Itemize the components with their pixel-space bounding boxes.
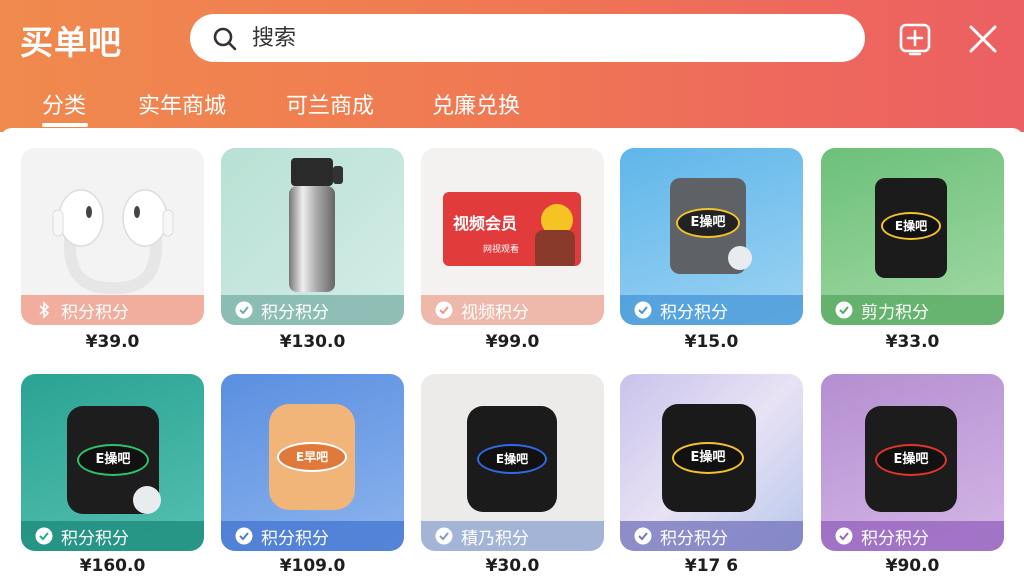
tab-category[interactable]: 分类 [42,88,86,120]
points-badge: 积分积分 [620,295,803,325]
badge-label: 积分积分 [660,302,728,323]
check-icon [35,527,53,545]
bag-image: E早吧 [269,404,355,510]
tab-redeem[interactable]: 兑廉兑换 [432,88,520,120]
badge-label: 积分积分 [861,528,929,549]
product-card[interactable]: E操吧 剪力积分 [821,148,1004,325]
points-badge: 积分积分 [21,521,204,551]
video-card-subtitle: 网视观看 [483,245,520,255]
product-card[interactable]: 积分积分 [221,148,404,325]
product-card[interactable]: E操吧 积分积分 [821,374,1004,551]
tab-shop[interactable]: 可兰商成 [286,88,374,120]
brand-logo: E操吧 [875,444,947,476]
thermos-image [289,158,343,292]
points-badge: 剪力积分 [821,295,1004,325]
product-card[interactable]: E操吧 積乃积分 [421,374,604,551]
product-price: ¥99.0 [485,332,540,352]
close-icon[interactable] [966,22,1000,56]
check-icon [835,527,853,545]
brand-logo: E操吧 [676,208,740,238]
badge-label: 视频积分 [461,302,529,323]
check-icon [235,301,253,319]
category-tabs: 分类 实年商城 可兰商成 兑廉兑换 [0,82,1024,132]
product-price: ¥17 6 [684,556,739,576]
speaker-image: E操吧 [875,178,947,278]
brand-logo: E早吧 [277,442,347,472]
add-button-icon[interactable] [898,22,932,56]
product-card[interactable]: E操吧 积分积分 [620,374,803,551]
app-title: 买单吧 [20,23,122,62]
active-tab-indicator [42,123,88,127]
points-badge: 積乃积分 [421,521,604,551]
mascot-body [535,230,575,266]
check-icon [634,527,652,545]
puck-accessory [728,246,752,270]
badge-label: 积分积分 [61,302,129,323]
product-card[interactable]: 积分积分 [21,148,204,325]
earbuds-image [52,189,174,295]
product-price: ¥15.0 [684,332,739,352]
product-grid: 积分积分 ¥39.0 积分积分 ¥130.0 视频会员 网视观看 视频积分 ¥9… [0,128,1024,576]
badge-label: 積乃积分 [461,528,529,549]
search-input[interactable] [252,22,832,54]
points-badge: 积分积分 [21,295,204,325]
points-badge: 视频积分 [421,295,604,325]
points-badge: 积分积分 [221,295,404,325]
points-badge: 积分积分 [620,521,803,551]
badge-label: 积分积分 [660,528,728,549]
check-icon [235,527,253,545]
search-bar[interactable] [190,14,865,62]
puck-accessory [133,486,161,514]
product-price: ¥39.0 [85,332,140,352]
badge-label: 积分积分 [261,302,329,323]
bag-image: E操吧 [865,406,957,512]
brand-logo: E操吧 [881,212,941,240]
product-card[interactable]: 视频会员 网视观看 视频积分 [421,148,604,325]
product-price: ¥109.0 [279,556,346,576]
bluetooth-icon [39,301,50,319]
badge-label: 积分积分 [61,528,129,549]
check-icon [634,301,652,319]
search-icon [213,27,237,51]
brand-logo: E操吧 [77,444,149,476]
check-icon [435,527,453,545]
product-card[interactable]: E操吧 积分积分 [21,374,204,551]
points-badge: 积分积分 [821,521,1004,551]
bag-image: E操吧 [467,406,557,512]
product-price: ¥160.0 [79,556,146,576]
check-icon [435,301,453,319]
product-price: ¥33.0 [885,332,940,352]
bag-image: E操吧 [662,404,756,512]
product-price: ¥130.0 [279,332,346,352]
brand-logo: E操吧 [477,444,547,474]
product-price: ¥90.0 [885,556,940,576]
brand-logo: E操吧 [672,442,744,474]
tab-mall[interactable]: 实年商城 [138,88,226,120]
check-icon [835,301,853,319]
badge-label: 剪力积分 [861,302,929,323]
video-membership-card: 视频会员 网视观看 [443,192,581,266]
video-card-title: 视频会员 [453,214,518,233]
badge-label: 积分积分 [261,528,329,549]
points-badge: 积分积分 [221,521,404,551]
product-price: ¥30.0 [485,556,540,576]
app-header: 买单吧 分类 实年商城 可兰商成 兑廉兑换 [0,0,1024,132]
product-card[interactable]: E早吧 积分积分 [221,374,404,551]
product-card[interactable]: E操吧 积分积分 [620,148,803,325]
